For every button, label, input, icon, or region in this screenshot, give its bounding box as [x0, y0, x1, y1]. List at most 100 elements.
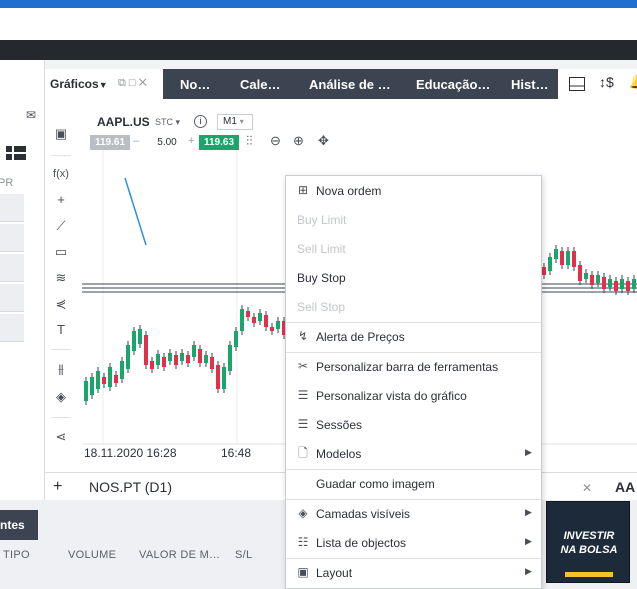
submenu-arrow-icon: ▶	[525, 507, 532, 517]
candle-body	[560, 251, 564, 265]
candlestick-type-icon[interactable]: ⫶⫶	[246, 133, 253, 149]
time-axis-label: 18.11.2020 16:28	[84, 446, 177, 460]
menu-item-buy-limit[interactable]: Buy Limit	[286, 205, 541, 234]
close-icon[interactable]: ✕	[582, 481, 592, 495]
menu-item-camadas-visiveis[interactable]: ◈ Camadas visíveis ▶	[286, 499, 541, 528]
move-icon[interactable]: ✥	[318, 133, 329, 149]
column-header[interactable]: S/L	[235, 549, 252, 561]
chart-tab[interactable]: NOS.PT (D1)	[89, 479, 172, 495]
inbox-icon[interactable]: ✉	[26, 108, 36, 122]
list-item[interactable]	[0, 194, 24, 222]
fibonacci-icon[interactable]: ≋	[51, 268, 71, 288]
candle-body	[102, 377, 106, 384]
text-tool-icon[interactable]: T	[51, 320, 71, 340]
candle-body	[150, 361, 154, 369]
candle-body	[596, 275, 600, 283]
alert-icon: ↯	[297, 329, 309, 343]
tab-item[interactable]: Análise de …	[309, 69, 391, 99]
candle-body	[246, 311, 250, 317]
list-item[interactable]	[0, 314, 24, 342]
candle-body	[626, 281, 630, 291]
tab-graficos-label: Gráficos	[50, 77, 99, 91]
chart-tab-right[interactable]: AA	[615, 479, 635, 495]
candle-body	[608, 279, 612, 287]
quantity-increase-button[interactable]: +	[188, 135, 194, 147]
bell-icon[interactable]: 🔔	[629, 73, 637, 90]
menu-item-modelos[interactable]: 🗋 Modelos ▶	[286, 439, 541, 468]
candle-body	[96, 371, 100, 389]
timeframe-select[interactable]: M1 ▾	[217, 114, 253, 130]
dark-tab-group: No… Cale… Análise de … Educação… Hist…	[163, 69, 558, 99]
ask-price-button[interactable]: 119.63	[199, 135, 239, 150]
trend-line-drawing[interactable]	[124, 177, 147, 246]
candle-body	[84, 381, 88, 401]
zoom-in-icon[interactable]: ⊕	[293, 133, 304, 149]
line-tool-icon[interactable]: ⟋	[51, 216, 71, 236]
plus-square-icon: ⊞	[297, 183, 309, 197]
function-icon[interactable]: f(x)	[51, 164, 71, 184]
list-item[interactable]	[0, 224, 24, 252]
positions-tab[interactable]: ntes	[0, 510, 38, 540]
candle-body	[590, 275, 594, 285]
candle-body	[132, 331, 136, 351]
menu-item-buy-stop[interactable]: Buy Stop	[286, 263, 541, 292]
candle-body	[276, 321, 280, 329]
symbol-name[interactable]: AAPL.US	[97, 115, 150, 129]
layout-panel-icon[interactable]	[569, 77, 585, 91]
chart-type-icon[interactable]: ▣	[51, 124, 71, 144]
candle-body	[632, 279, 636, 289]
share-icon[interactable]: ⋖	[51, 427, 71, 447]
menu-item-personalizar-barra[interactable]: ✂ Personalizar barra de ferramentas	[286, 352, 541, 381]
menu-item-label: Personalizar vista do gráfico	[316, 389, 467, 403]
bid-price-button[interactable]: 119.61	[90, 135, 130, 150]
list-item[interactable]	[0, 254, 24, 282]
candle-body	[90, 377, 94, 395]
column-header[interactable]: VALOR DE M…	[139, 549, 220, 561]
candle-body	[210, 357, 214, 369]
list-item[interactable]	[0, 284, 24, 312]
candle-body	[120, 361, 124, 379]
menu-item-nova-ordem[interactable]: ⊞ Nova ordem	[286, 176, 541, 205]
tab-item[interactable]: Cale…	[240, 69, 280, 99]
menu-item-lista-de-objectos[interactable]: ☷ Lista de objectos ▶	[286, 528, 541, 557]
quantity-decrease-button[interactable]: –	[133, 135, 139, 147]
instrument-type[interactable]: STC ▾	[155, 117, 180, 128]
layers-icon[interactable]: ◈	[51, 387, 71, 407]
column-header[interactable]: TIPO	[3, 549, 30, 561]
menu-item-alerta-de-precos[interactable]: ↯ Alerta de Preços	[286, 322, 541, 351]
window-controls-icon[interactable]: ⧉□✕	[118, 77, 150, 90]
add-chart-button[interactable]: +	[53, 478, 62, 496]
tools-icon: ✂	[297, 359, 309, 373]
tab-item[interactable]: Educação…	[416, 69, 490, 99]
candle-body	[180, 353, 184, 361]
menu-item-layout[interactable]: ▣ Layout ▶	[286, 558, 541, 587]
tab-item[interactable]: Hist…	[511, 69, 549, 99]
crosshair-icon[interactable]: +	[51, 190, 71, 210]
left-panel-label: PR	[0, 177, 14, 189]
exchange-icon[interactable]: ↕$	[599, 74, 614, 90]
candle-body	[186, 355, 190, 363]
candle-body	[126, 345, 130, 369]
menu-item-personalizar-vista[interactable]: ☰ Personalizar vista do gráfico	[286, 381, 541, 410]
pitchfork-icon[interactable]: ⋞	[51, 294, 71, 314]
menu-item-guardar-imagem[interactable]: Guadar como imagem	[286, 469, 541, 498]
tab-item[interactable]: No…	[180, 69, 210, 99]
chart-context-menu: ⊞ Nova ordem Buy Limit Sell Limit Buy St…	[285, 175, 542, 589]
candle-body	[204, 355, 208, 363]
rectangle-tool-icon[interactable]: ▭	[51, 242, 71, 262]
menu-item-sell-limit[interactable]: Sell Limit	[286, 234, 541, 263]
candle-body	[192, 345, 196, 357]
menu-item-label: Buy Stop	[297, 271, 346, 285]
column-header[interactable]: VOLUME	[68, 549, 116, 561]
zoom-out-icon[interactable]: ⊖	[270, 133, 281, 149]
menu-item-sell-stop[interactable]: Sell Stop	[286, 292, 541, 321]
candle-body	[114, 375, 118, 383]
candle-body	[198, 349, 202, 363]
indicators-icon[interactable]: ⫵	[51, 359, 71, 379]
quantity-input[interactable]: 5.00	[143, 135, 191, 150]
menu-item-sessoes[interactable]: ☰ Sessões	[286, 410, 541, 439]
info-icon[interactable]: i	[194, 115, 207, 128]
candle-body	[614, 281, 618, 291]
candle-body	[578, 265, 582, 281]
grid-view-icon[interactable]	[6, 146, 26, 160]
